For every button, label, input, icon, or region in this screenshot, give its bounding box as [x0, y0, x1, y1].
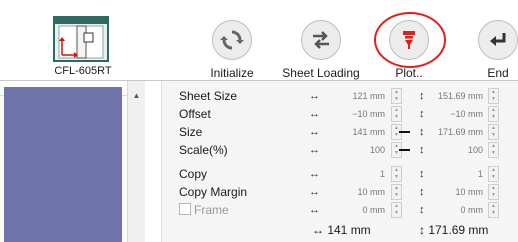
offset-label: Offset	[179, 107, 211, 121]
frame-x-field[interactable]: 0 mm	[327, 201, 386, 219]
frame-checkbox[interactable]	[179, 203, 191, 215]
scale-label: Scale(%)	[179, 143, 228, 157]
scale-row: Scale(%) ↔ 100 ▲ ▼ ↕ 100 ▲ ▼	[162, 141, 518, 159]
sheet-size-width-field[interactable]: 121 mm	[327, 87, 385, 105]
device-icon[interactable]	[53, 11, 109, 67]
settings-panel: Sheet Size ↔ 121 mm ▲ ▼ ↕ 151.69 mm ▲ ▼ Of…	[162, 81, 518, 242]
end-button[interactable]: End	[450, 20, 518, 80]
total-width: ↔ 141 mm	[312, 223, 371, 237]
horizontal-arrow-icon: ↔	[309, 144, 320, 156]
offset-x-spinner[interactable]: ▲ ▼	[391, 106, 402, 122]
scale-y-spinner[interactable]: ▲ ▼	[488, 142, 499, 158]
horizontal-arrow-icon: ↔	[309, 204, 320, 216]
toolbar: CFL-605RT Initialize Sheet Loading Plot.…	[0, 0, 518, 80]
aspect-link-icon[interactable]	[399, 149, 410, 151]
vertical-arrow-icon: ↕	[419, 204, 425, 216]
copy-x-spinner[interactable]: ▲ ▼	[391, 166, 402, 182]
initialize-button[interactable]: Initialize	[184, 20, 280, 80]
frame-row: Frame ↔ 0 mm ▲ ▼ ↕ 0 mm ▲ ▼	[162, 201, 518, 219]
frame-y-field[interactable]: 0 mm	[428, 201, 484, 219]
size-width-field[interactable]: 141 mm	[327, 123, 385, 141]
sheet-loading-button[interactable]: Sheet Loading	[273, 20, 369, 80]
vertical-arrow-icon: ↕	[419, 186, 425, 198]
copy-x-field[interactable]: 1	[327, 165, 385, 183]
offset-y-field[interactable]: −10 mm	[428, 105, 483, 123]
initialize-label: Initialize	[210, 66, 254, 80]
copy-margin-x-field[interactable]: 10 mm	[327, 183, 385, 201]
offset-y-spinner[interactable]: ▲ ▼	[488, 106, 499, 122]
swap-arrows-icon	[301, 20, 341, 60]
size-row: Size ↔ 141 mm ▲ ▼ ↕ 171.69 mm ▲ ▼	[162, 123, 518, 141]
scroll-up-icon[interactable]: ▲	[128, 89, 145, 103]
vertical-arrow-icon: ↕	[419, 90, 425, 102]
vertical-arrow-icon: ↕	[419, 126, 425, 138]
total-height: ↕ 171.69 mm	[419, 223, 489, 237]
horizontal-arrow-icon: ↔	[309, 168, 320, 180]
scale-y-field[interactable]: 100	[428, 141, 483, 159]
scale-x-field[interactable]: 100	[327, 141, 385, 159]
copy-margin-label: Copy Margin	[179, 185, 248, 199]
offset-row: Offset ↔ −10 mm ▲ ▼ ↕ −10 mm ▲ ▼	[162, 105, 518, 123]
return-arrow-icon	[478, 20, 518, 60]
vertical-scrollbar[interactable]: ▲	[127, 81, 145, 242]
copy-margin-x-spinner[interactable]: ▲ ▼	[391, 184, 402, 200]
size-label: Size	[179, 125, 203, 139]
refresh-icon	[212, 20, 252, 60]
sheet-size-row: Sheet Size ↔ 121 mm ▲ ▼ ↕ 151.69 mm ▲ ▼	[162, 87, 518, 105]
sheet-size-label: Sheet Size	[179, 89, 238, 103]
size-height-spinner[interactable]: ▲ ▼	[488, 124, 499, 140]
sheet-size-height-field[interactable]: 151.69 mm	[428, 87, 483, 105]
horizontal-arrow-icon: ↔	[309, 126, 320, 138]
size-height-field[interactable]: 171.69 mm	[428, 123, 483, 141]
end-label: End	[487, 66, 509, 80]
preview-panel	[0, 81, 127, 242]
plotter-icon	[389, 20, 429, 60]
copy-y-spinner[interactable]: ▲ ▼	[488, 166, 499, 182]
vertical-arrow-icon: ↕	[419, 108, 425, 120]
device-label: CFL-605RT	[54, 65, 112, 77]
offset-x-field[interactable]: −10 mm	[327, 105, 385, 123]
horizontal-arrow-icon: ↔	[309, 186, 320, 198]
sheet-size-height-spinner[interactable]: ▲ ▼	[488, 88, 499, 104]
copy-y-field[interactable]: 1	[428, 165, 483, 183]
frame-x-spinner[interactable]: ▲ ▼	[391, 202, 402, 218]
preview-area	[4, 87, 122, 242]
horizontal-arrow-icon: ↔	[309, 90, 320, 102]
plot-button[interactable]: Plot..	[361, 20, 457, 80]
frame-y-spinner[interactable]: ▲ ▼	[488, 202, 499, 218]
totals-row: ↔ 141 mm ↕ 171.69 mm	[162, 221, 518, 239]
frame-option[interactable]: Frame	[179, 201, 229, 219]
copy-label: Copy	[179, 167, 208, 181]
horizontal-arrow-icon: ↔	[309, 108, 320, 120]
vertical-arrow-icon: ↕	[419, 144, 425, 156]
sheet-loading-label: Sheet Loading	[282, 66, 360, 80]
copy-margin-y-field[interactable]: 10 mm	[428, 183, 483, 201]
copy-margin-y-spinner[interactable]: ▲ ▼	[488, 184, 499, 200]
aspect-link-icon[interactable]	[399, 131, 410, 133]
frame-label: Frame	[194, 203, 229, 217]
vertical-arrow-icon: ↕	[419, 168, 425, 180]
plot-label: Plot..	[395, 66, 423, 80]
sheet-size-width-spinner[interactable]: ▲ ▼	[391, 88, 402, 104]
copy-row: Copy ↔ 1 ▲ ▼ ↕ 1 ▲ ▼	[162, 165, 518, 183]
copy-margin-row: Copy Margin ↔ 10 mm ▲ ▼ ↕ 10 mm ▲ ▼	[162, 183, 518, 201]
